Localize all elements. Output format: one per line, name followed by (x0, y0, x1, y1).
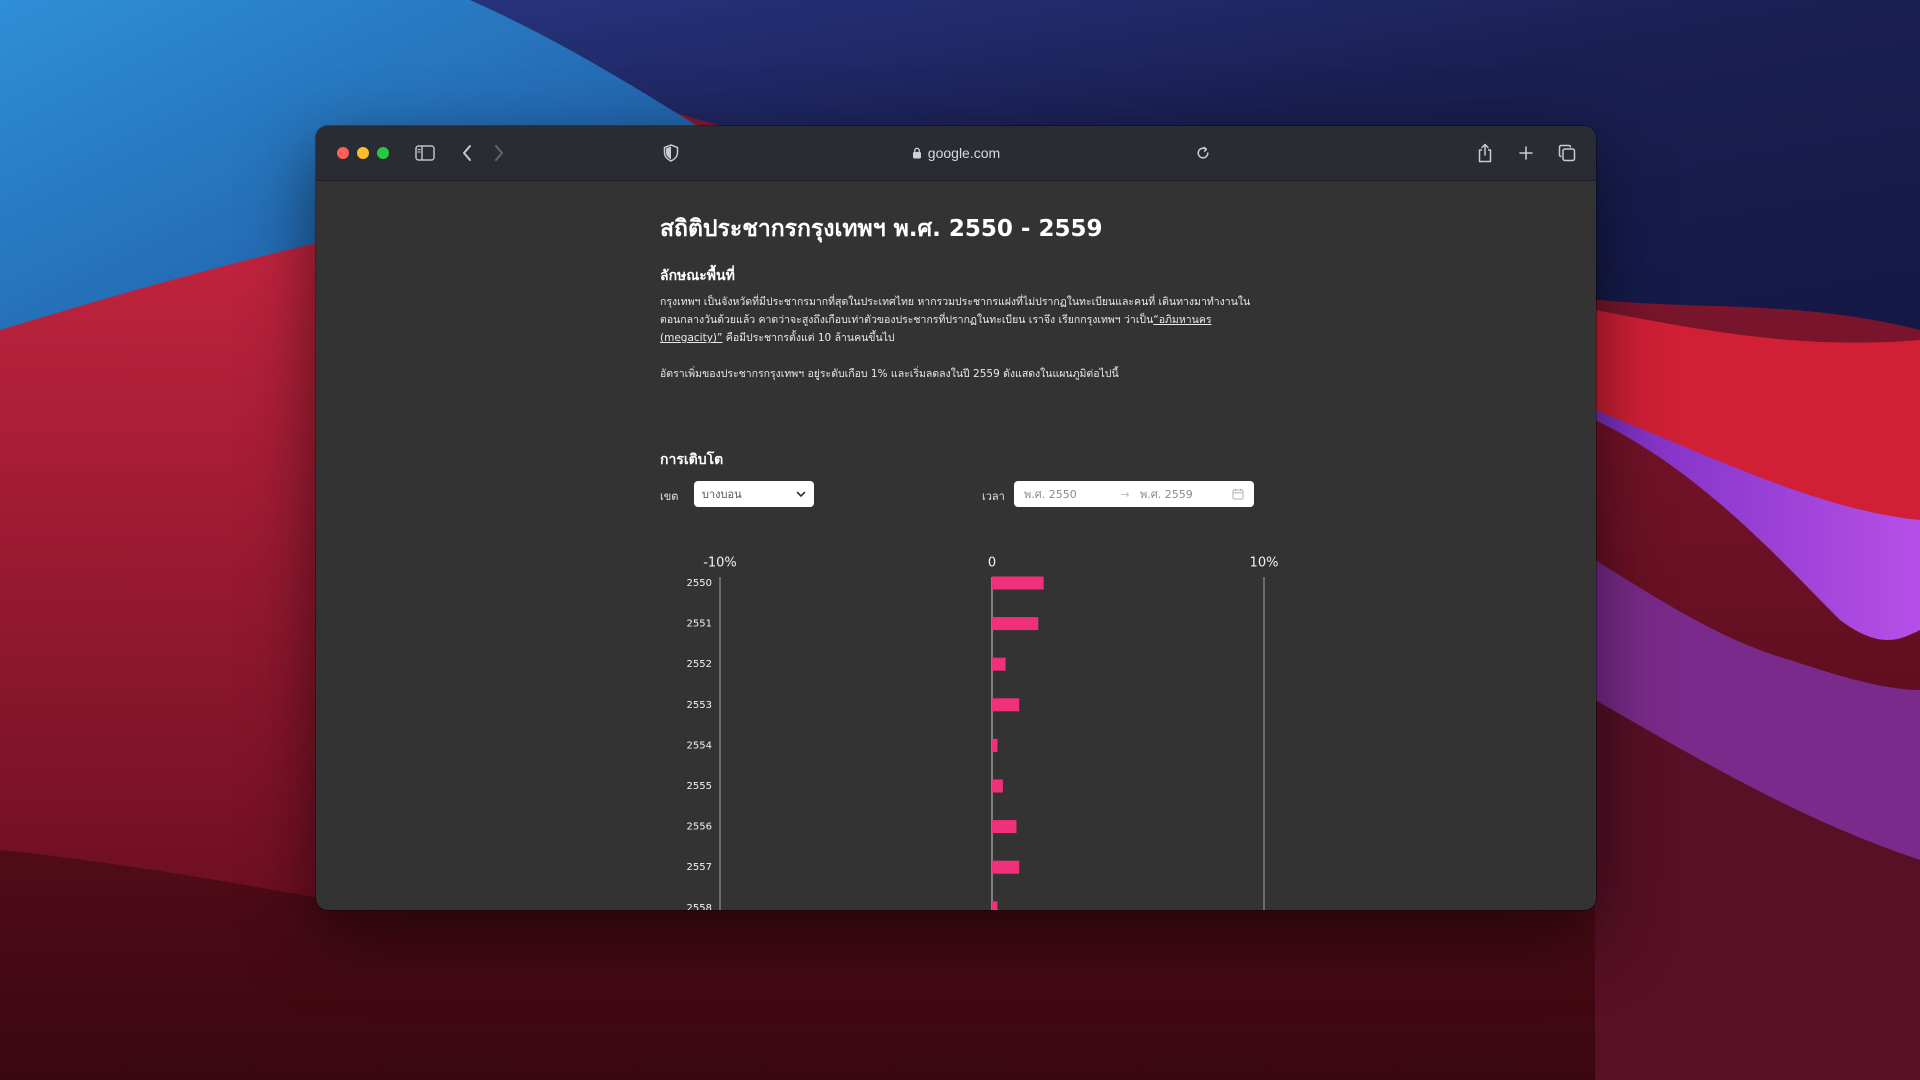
bar (992, 779, 1003, 793)
bar (992, 901, 998, 910)
date-range-to[interactable]: พ.ศ. 2559 (1140, 485, 1232, 503)
chevron-down-icon (796, 491, 806, 497)
address-bar[interactable]: google.com (856, 142, 1056, 164)
page-title: สถิติประชากรกรุงเทพฯ พ.ศ. 2550 - 2559 (660, 216, 1103, 242)
district-select-value: บางบอน (702, 488, 742, 501)
y-category-label: 2551 (687, 619, 712, 630)
back-icon[interactable] (454, 140, 480, 166)
y-category-label: 2558 (687, 903, 712, 910)
share-icon[interactable] (1472, 140, 1498, 166)
new-tab-icon[interactable] (1513, 140, 1539, 166)
intro-paragraph-tail: คือมีประชากรตั้งแต่ 10 ล้านคนขึ้นไป (722, 332, 895, 344)
forward-icon[interactable] (486, 140, 512, 166)
bar (992, 657, 1006, 671)
bar (992, 820, 1017, 834)
bar (992, 738, 998, 752)
close-window-button[interactable] (337, 147, 349, 159)
reload-icon[interactable] (1190, 140, 1216, 166)
bar (992, 860, 1020, 874)
y-category-label: 2555 (687, 781, 712, 792)
growth-heading: การเติบโต (660, 452, 724, 468)
calendar-icon (1232, 488, 1244, 500)
x-tick-label: 0 (988, 556, 996, 571)
lock-icon (912, 147, 921, 159)
zoom-window-button[interactable] (377, 147, 389, 159)
tab-overview-icon[interactable] (1554, 140, 1580, 166)
address-url: google.com (927, 145, 1001, 161)
minimize-window-button[interactable] (357, 147, 369, 159)
x-tick-label: 10% (1250, 556, 1279, 571)
time-label: เวลา (982, 490, 1005, 503)
bar (992, 576, 1044, 590)
date-range-from[interactable]: พ.ศ. 2550 (1024, 485, 1110, 503)
y-category-label: 2552 (687, 659, 712, 670)
y-category-label: 2557 (687, 862, 712, 873)
bar (992, 698, 1020, 712)
area-heading: ลักษณะพื้นที่ (660, 268, 735, 284)
y-category-label: 2556 (687, 822, 712, 833)
date-range-picker[interactable]: พ.ศ. 2550 → พ.ศ. 2559 (1014, 481, 1254, 507)
growth-bar-chart: -10% 0 10% 2550 2551 2552 2553 2554 2555 2556 2557… (687, 556, 1279, 910)
x-tick-label: -10% (703, 556, 737, 571)
bar (992, 617, 1039, 631)
intro-paragraph: กรุงเทพฯ เป็นจังหวัดที่มีประชากรมากที่สุ… (660, 293, 1270, 347)
browser-toolbar: google.com (316, 126, 1596, 181)
page-content: สถิติประชากรกรุงเทพฯ พ.ศ. 2550 - 2559 ลั… (316, 181, 1596, 910)
browser-window: google.com สถิติประชากรกรุงเทพฯ พ.ศ. 255… (316, 126, 1596, 910)
sidebar-icon[interactable] (412, 140, 438, 166)
district-select[interactable]: บางบอน (694, 481, 814, 507)
date-range-separator: → (1120, 487, 1130, 501)
y-category-label: 2553 (687, 700, 712, 711)
shield-icon[interactable] (658, 140, 684, 166)
district-label: เขต (660, 490, 679, 503)
y-category-label: 2554 (687, 740, 712, 751)
growth-paragraph: อัตราเพิ่มของประชากรกรุงเทพฯ อยู่ระดับเก… (660, 368, 1119, 380)
y-category-label: 2550 (687, 578, 712, 589)
